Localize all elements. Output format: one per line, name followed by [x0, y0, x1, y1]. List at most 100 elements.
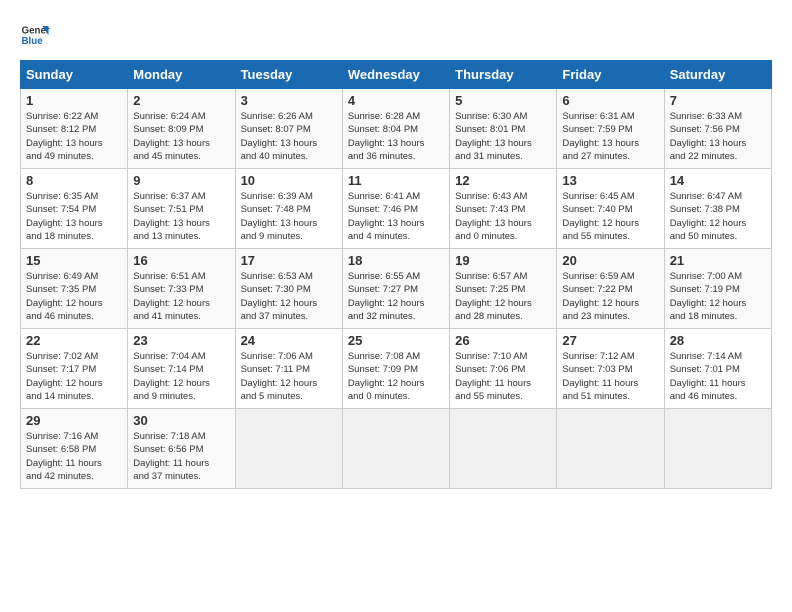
day-number: 22 — [26, 333, 122, 348]
day-cell: 30 Sunrise: 7:18 AM Sunset: 6:56 PM Dayli… — [128, 409, 235, 489]
logo-icon: General Blue — [20, 20, 50, 50]
day-number: 14 — [670, 173, 766, 188]
day-info: Sunrise: 6:51 AM Sunset: 7:33 PM Dayligh… — [133, 270, 229, 323]
day-number: 13 — [562, 173, 658, 188]
day-cell: 14 Sunrise: 6:47 AM Sunset: 7:38 PM Dayli… — [664, 169, 771, 249]
day-cell: 16 Sunrise: 6:51 AM Sunset: 7:33 PM Dayli… — [128, 249, 235, 329]
day-cell: 17 Sunrise: 6:53 AM Sunset: 7:30 PM Dayli… — [235, 249, 342, 329]
day-number: 10 — [241, 173, 337, 188]
col-header-tuesday: Tuesday — [235, 61, 342, 89]
day-cell: 5 Sunrise: 6:30 AM Sunset: 8:01 PM Daylig… — [450, 89, 557, 169]
day-info: Sunrise: 7:16 AM Sunset: 6:58 PM Dayligh… — [26, 430, 122, 483]
col-header-saturday: Saturday — [664, 61, 771, 89]
day-number: 20 — [562, 253, 658, 268]
day-info: Sunrise: 6:24 AM Sunset: 8:09 PM Dayligh… — [133, 110, 229, 163]
day-number: 17 — [241, 253, 337, 268]
day-info: Sunrise: 6:31 AM Sunset: 7:59 PM Dayligh… — [562, 110, 658, 163]
day-number: 28 — [670, 333, 766, 348]
day-number: 3 — [241, 93, 337, 108]
day-cell: 21 Sunrise: 7:00 AM Sunset: 7:19 PM Dayli… — [664, 249, 771, 329]
day-cell — [235, 409, 342, 489]
col-header-monday: Monday — [128, 61, 235, 89]
week-row-2: 8Sunrise: 6:35 AM Sunset: 7:54 PM Daylig… — [21, 169, 772, 249]
day-info: Sunrise: 6:41 AM Sunset: 7:46 PM Dayligh… — [348, 190, 444, 243]
col-header-wednesday: Wednesday — [342, 61, 449, 89]
day-cell: 4Sunrise: 6:28 AM Sunset: 8:04 PM Daylig… — [342, 89, 449, 169]
header: General Blue — [20, 20, 772, 50]
header-row: SundayMondayTuesdayWednesdayThursdayFrid… — [21, 61, 772, 89]
day-cell: 11 Sunrise: 6:41 AM Sunset: 7:46 PM Dayli… — [342, 169, 449, 249]
day-number: 11 — [348, 173, 444, 188]
day-number: 19 — [455, 253, 551, 268]
day-number: 7 — [670, 93, 766, 108]
day-info: Sunrise: 6:55 AM Sunset: 7:27 PM Dayligh… — [348, 270, 444, 323]
day-cell: 19 Sunrise: 6:57 AM Sunset: 7:25 PM Dayli… — [450, 249, 557, 329]
day-cell: 15Sunrise: 6:49 AM Sunset: 7:35 PM Dayli… — [21, 249, 128, 329]
day-cell: 28 Sunrise: 7:14 AM Sunset: 7:01 PM Dayli… — [664, 329, 771, 409]
day-number: 5 — [455, 93, 551, 108]
day-cell: 10 Sunrise: 6:39 AM Sunset: 7:48 PM Dayli… — [235, 169, 342, 249]
calendar-table: SundayMondayTuesdayWednesdayThursdayFrid… — [20, 60, 772, 489]
day-info: Sunrise: 7:04 AM Sunset: 7:14 PM Dayligh… — [133, 350, 229, 403]
day-info: Sunrise: 6:43 AM Sunset: 7:43 PM Dayligh… — [455, 190, 551, 243]
day-cell — [557, 409, 664, 489]
day-number: 1 — [26, 93, 122, 108]
col-header-friday: Friday — [557, 61, 664, 89]
day-cell — [342, 409, 449, 489]
day-info: Sunrise: 6:45 AM Sunset: 7:40 PM Dayligh… — [562, 190, 658, 243]
day-number: 21 — [670, 253, 766, 268]
day-number: 25 — [348, 333, 444, 348]
week-row-5: 29 Sunrise: 7:16 AM Sunset: 6:58 PM Dayli… — [21, 409, 772, 489]
day-number: 2 — [133, 93, 229, 108]
day-number: 24 — [241, 333, 337, 348]
day-info: Sunrise: 6:57 AM Sunset: 7:25 PM Dayligh… — [455, 270, 551, 323]
day-cell: 13 Sunrise: 6:45 AM Sunset: 7:40 PM Dayli… — [557, 169, 664, 249]
col-header-thursday: Thursday — [450, 61, 557, 89]
day-number: 29 — [26, 413, 122, 428]
day-cell: 8Sunrise: 6:35 AM Sunset: 7:54 PM Daylig… — [21, 169, 128, 249]
day-info: Sunrise: 7:06 AM Sunset: 7:11 PM Dayligh… — [241, 350, 337, 403]
day-number: 16 — [133, 253, 229, 268]
col-header-sunday: Sunday — [21, 61, 128, 89]
day-number: 12 — [455, 173, 551, 188]
day-cell: 20 Sunrise: 6:59 AM Sunset: 7:22 PM Dayli… — [557, 249, 664, 329]
week-row-4: 22 Sunrise: 7:02 AM Sunset: 7:17 PM Dayli… — [21, 329, 772, 409]
day-cell: 24 Sunrise: 7:06 AM Sunset: 7:11 PM Dayli… — [235, 329, 342, 409]
day-number: 18 — [348, 253, 444, 268]
day-info: Sunrise: 7:14 AM Sunset: 7:01 PM Dayligh… — [670, 350, 766, 403]
day-number: 27 — [562, 333, 658, 348]
day-cell: 27Sunrise: 7:12 AM Sunset: 7:03 PM Dayli… — [557, 329, 664, 409]
day-number: 15 — [26, 253, 122, 268]
day-cell: 22 Sunrise: 7:02 AM Sunset: 7:17 PM Dayli… — [21, 329, 128, 409]
week-row-1: 1Sunrise: 6:22 AM Sunset: 8:12 PM Daylig… — [21, 89, 772, 169]
day-cell: 23Sunrise: 7:04 AM Sunset: 7:14 PM Dayli… — [128, 329, 235, 409]
day-cell: 7Sunrise: 6:33 AM Sunset: 7:56 PM Daylig… — [664, 89, 771, 169]
day-cell: 9 Sunrise: 6:37 AM Sunset: 7:51 PM Daylig… — [128, 169, 235, 249]
day-info: Sunrise: 7:00 AM Sunset: 7:19 PM Dayligh… — [670, 270, 766, 323]
day-info: Sunrise: 6:28 AM Sunset: 8:04 PM Dayligh… — [348, 110, 444, 163]
day-number: 9 — [133, 173, 229, 188]
day-info: Sunrise: 7:18 AM Sunset: 6:56 PM Dayligh… — [133, 430, 229, 483]
day-info: Sunrise: 6:30 AM Sunset: 8:01 PM Dayligh… — [455, 110, 551, 163]
day-info: Sunrise: 6:26 AM Sunset: 8:07 PM Dayligh… — [241, 110, 337, 163]
day-info: Sunrise: 7:02 AM Sunset: 7:17 PM Dayligh… — [26, 350, 122, 403]
day-cell: 29 Sunrise: 7:16 AM Sunset: 6:58 PM Dayli… — [21, 409, 128, 489]
day-cell: 3 Sunrise: 6:26 AM Sunset: 8:07 PM Daylig… — [235, 89, 342, 169]
day-cell: 1Sunrise: 6:22 AM Sunset: 8:12 PM Daylig… — [21, 89, 128, 169]
day-info: Sunrise: 6:47 AM Sunset: 7:38 PM Dayligh… — [670, 190, 766, 243]
logo: General Blue — [20, 20, 50, 50]
day-info: Sunrise: 6:39 AM Sunset: 7:48 PM Dayligh… — [241, 190, 337, 243]
day-cell: 12 Sunrise: 6:43 AM Sunset: 7:43 PM Dayli… — [450, 169, 557, 249]
day-info: Sunrise: 7:10 AM Sunset: 7:06 PM Dayligh… — [455, 350, 551, 403]
day-cell: 6Sunrise: 6:31 AM Sunset: 7:59 PM Daylig… — [557, 89, 664, 169]
day-cell: 18 Sunrise: 6:55 AM Sunset: 7:27 PM Dayli… — [342, 249, 449, 329]
day-info: Sunrise: 6:59 AM Sunset: 7:22 PM Dayligh… — [562, 270, 658, 323]
day-info: Sunrise: 6:37 AM Sunset: 7:51 PM Dayligh… — [133, 190, 229, 243]
day-number: 30 — [133, 413, 229, 428]
day-number: 26 — [455, 333, 551, 348]
day-info: Sunrise: 6:35 AM Sunset: 7:54 PM Dayligh… — [26, 190, 122, 243]
day-info: Sunrise: 6:53 AM Sunset: 7:30 PM Dayligh… — [241, 270, 337, 323]
week-row-3: 15Sunrise: 6:49 AM Sunset: 7:35 PM Dayli… — [21, 249, 772, 329]
day-cell — [450, 409, 557, 489]
day-info: Sunrise: 7:08 AM Sunset: 7:09 PM Dayligh… — [348, 350, 444, 403]
